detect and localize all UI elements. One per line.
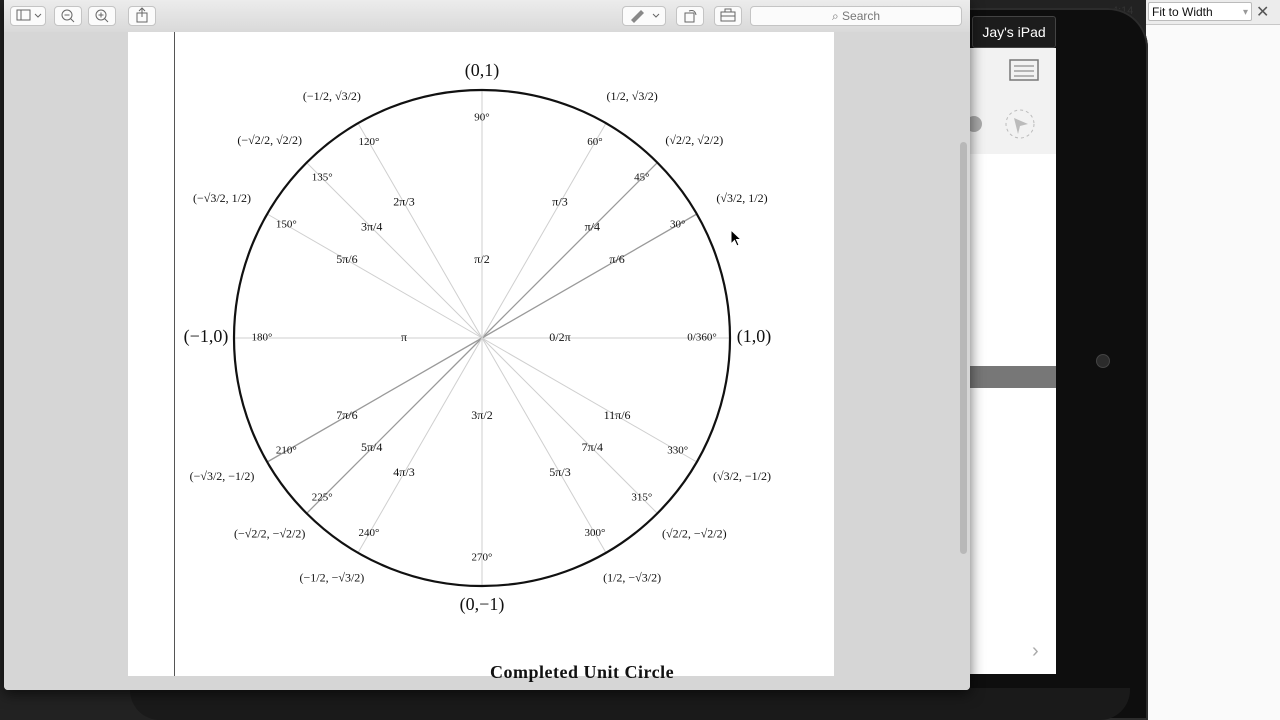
sidebar-icon [16,9,42,21]
radian-label-300: 5π/3 [549,465,570,479]
search-field[interactable]: ⌕ Search [750,6,962,26]
radian-label-330: 11π/6 [604,408,631,422]
coordinate-label-30: (√3/2, 1/2) [716,191,767,205]
search-placeholder: Search [842,9,881,23]
ipad-bezel-bottom [130,688,1130,720]
degree-label-315: 315° [631,491,652,503]
spoke-225 [306,337,483,514]
degree-label-225: 225° [312,491,333,503]
radian-label-315: 7π/4 [582,440,603,454]
degree-label-240: 240° [359,527,380,539]
radian-label-120: 2π/3 [393,195,414,209]
spoke-135 [306,162,483,339]
pen-icon [631,10,660,23]
zoom-out-icon [61,9,75,23]
pdf-page: 0/360° 0/2π 30° π/6 (√3/2, 1/2) 45° π/4 (√2/2, … [128,32,834,682]
coordinate-label-135: (−√2/2, √2/2) [237,133,302,147]
angle-spokes [234,90,730,586]
coordinate-label-120: (−1/2, √3/2) [303,89,361,103]
rotate-icon [684,10,697,23]
toolbox-button[interactable] [714,6,742,26]
degree-label-45: 45° [634,172,649,184]
chevron-right-icon[interactable]: › [1032,640,1039,663]
degree-label-60: 60° [587,136,602,148]
search-icon: ⌕ [831,9,839,23]
markup-button[interactable] [622,6,666,26]
ipad-toolbar-icons [966,59,1039,139]
degree-label-120: 120° [359,136,380,148]
preview-toolbar: ⌕ Search [4,0,970,33]
axis-point-top: (0,1) [465,60,500,81]
zoom-in-button[interactable] [88,6,116,26]
chevron-down-icon: ▾ [1242,7,1248,18]
radian-label-240: 4π/3 [393,465,414,479]
zoom-select[interactable]: Fit to Width ▾ [1148,2,1252,21]
degree-label-330: 330° [667,445,688,457]
radian-label-135: 3π/4 [361,219,382,233]
coordinate-label-330: (√3/2, −1/2) [713,469,771,483]
degree-label-270: 270° [472,552,493,564]
coordinate-label-150: (−√3/2, 1/2) [193,191,251,205]
coordinate-label-315: (√2/2, −√2/2) [662,526,727,540]
mouse-pointer-icon [730,229,743,247]
degree-label-180: 180° [252,332,273,344]
share-button[interactable] [128,6,156,26]
spoke-315 [481,337,658,514]
degree-label-135: 135° [312,172,333,184]
notes-icon [1009,59,1039,81]
ipad-device-label: Jay's iPad [972,16,1056,48]
radian-label-60: π/3 [552,195,567,209]
page-caption: Completed Unit Circle [490,662,675,682]
background-window: 4:14 Fit to Width ▾ ✕ [1112,0,1280,720]
axis-point-right: (1,0) [737,326,772,347]
preview-window: ⌕ Search 0/360° 0/2π 30° π/6 (√3/2, 1/2) 45° π… [4,0,970,690]
degree-label-300: 300° [585,527,606,539]
degree-label-150: 150° [276,219,297,231]
document-scroll-area[interactable]: 0/360° 0/2π 30° π/6 (√3/2, 1/2) 45° π/4 (√2/2, … [4,32,970,690]
spoke-45 [481,162,658,339]
degree-label-0: 0/360° [687,332,716,344]
zoom-in-icon [95,9,109,23]
radian-label-90: π/2 [474,252,489,266]
degree-label-90: 90° [474,112,489,124]
zoom-out-button[interactable] [54,6,82,26]
coordinate-label-60: (1/2, √3/2) [606,89,657,103]
background-toolbar: Fit to Width ▾ ✕ [1146,0,1280,25]
ipad-home-button[interactable] [1096,354,1110,368]
coordinate-label-225: (−√2/2, −√2/2) [234,526,305,540]
ipad-app-toolbar [966,48,1056,154]
unit-circle-diagram: 0/360° 0/2π 30° π/6 (√3/2, 1/2) 45° π/4 (√2/2, … [184,60,772,615]
toolbox-icon [720,8,736,22]
ipad-screen[interactable]: › [966,48,1056,674]
rotate-button[interactable] [676,6,704,26]
radian-label-225: 5π/4 [361,440,382,454]
eraser-icon [966,116,982,132]
degree-label-30: 30° [670,219,685,231]
ipad-bottom-bar [970,366,1056,388]
coordinate-label-240: (−1/2, −√3/2) [300,571,365,585]
degree-label-210: 210° [276,445,297,457]
coordinate-label-45: (√2/2, √2/2) [665,133,723,147]
close-icon[interactable]: ✕ [1256,2,1269,22]
radian-label-270: 3π/2 [471,408,492,422]
radian-label-0: 0/2π [549,330,570,344]
sidebar-toggle-button[interactable] [10,6,46,26]
axis-point-left: (−1,0) [184,326,229,347]
radian-label-180: π [401,330,407,344]
radian-label-210: 7π/6 [336,408,357,422]
share-icon [136,7,148,23]
radian-label-150: 5π/6 [336,252,357,266]
axis-point-bottom: (0,−1) [460,594,505,615]
coordinate-label-210: (−√3/2, −1/2) [190,469,255,483]
zoom-select-value: Fit to Width [1152,5,1213,19]
vertical-scrollbar[interactable] [960,142,967,554]
radian-label-45: π/4 [585,219,600,233]
radian-label-30: π/6 [609,252,624,266]
coordinate-label-300: (1/2, −√3/2) [603,571,661,585]
